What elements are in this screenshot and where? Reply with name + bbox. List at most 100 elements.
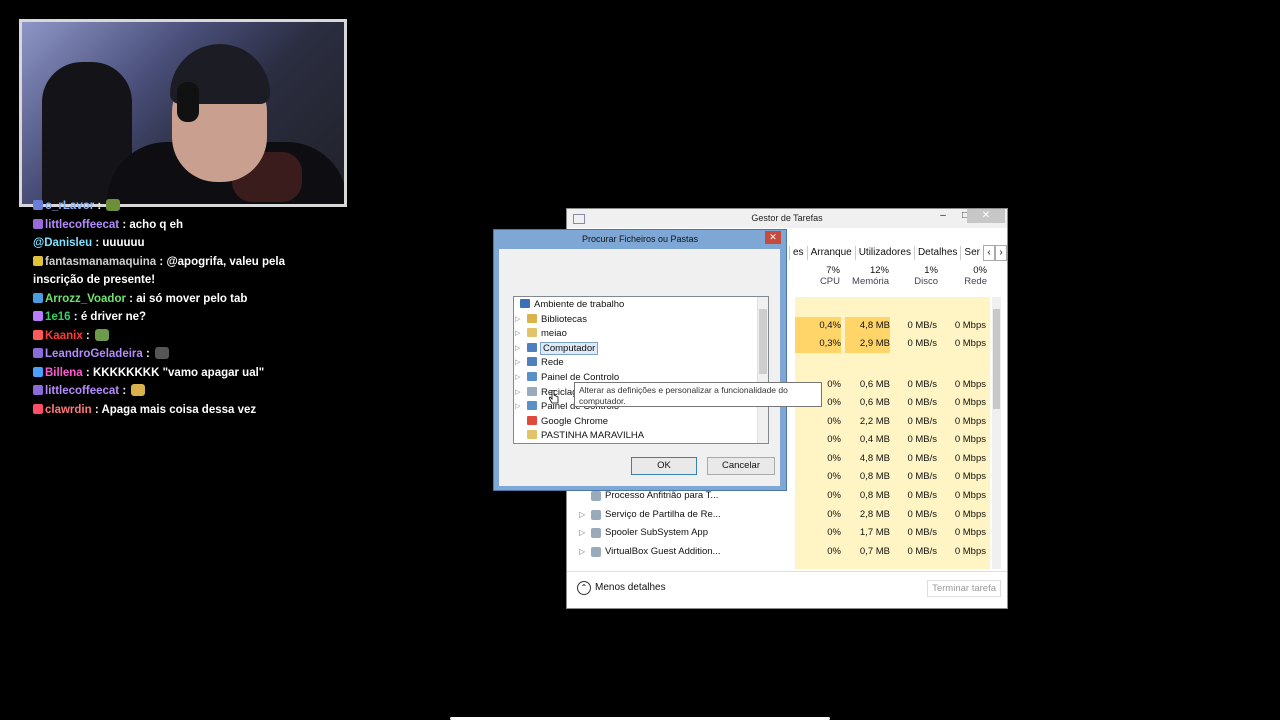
- expand-arrow-icon[interactable]: ▷: [579, 543, 585, 561]
- process-row[interactable]: ▷ Serviço de Partilha de Re... 0% 2,8 MB 0 M…: [567, 506, 992, 524]
- process-mem: 0,6 MB: [859, 379, 890, 390]
- chat-message: fantasmanamaquina : @apogrifa, valeu pel…: [33, 255, 286, 286]
- chat-badge-icon: [33, 311, 43, 321]
- tree-node[interactable]: Ambiente de trabalho: [520, 298, 624, 312]
- minimize-button[interactable]: –: [931, 209, 955, 223]
- chat-username[interactable]: Kaanix: [45, 330, 83, 342]
- tab-es[interactable]: es: [789, 246, 807, 260]
- close-button[interactable]: ✕: [967, 209, 1005, 223]
- tab-arranque[interactable]: Arranque: [806, 246, 855, 260]
- process-mem: 0,4 MB: [859, 434, 890, 445]
- chat-badge-icon: [33, 403, 43, 414]
- process-disk: 0 MB/s: [907, 546, 937, 557]
- less-details-link[interactable]: Menos detalhes: [595, 582, 666, 593]
- tree-node[interactable]: Google Chrome: [527, 415, 608, 429]
- tooltip: Alterar as definições e personalizar a f…: [574, 382, 822, 407]
- chat-username[interactable]: LeandroGeladeira: [45, 348, 143, 360]
- process-disk: 0 MB/s: [907, 509, 937, 520]
- process-mem: 4,8 MB: [859, 453, 890, 464]
- chat-username[interactable]: @Danisleu: [33, 237, 92, 249]
- process-scrollbar[interactable]: [992, 297, 1001, 569]
- folder-icon: [527, 415, 537, 425]
- folder-icon: [527, 430, 537, 440]
- tree-scroll-thumb[interactable]: [759, 309, 767, 374]
- chat-username[interactable]: 1e16: [45, 311, 71, 323]
- process-row[interactable]: ▷ VirtualBox Guest Addition... 0% 0,7 MB 0 M…: [567, 543, 992, 561]
- chevron-left-icon[interactable]: ‹: [982, 245, 995, 261]
- stream-chat: o_rLavor : littlecoffeecat : acho q eh @D…: [33, 197, 333, 419]
- tab-detalhes[interactable]: Detalhes: [913, 246, 960, 260]
- mouse-cursor-icon: [549, 390, 559, 404]
- chat-message: LeandroGeladeira :: [33, 345, 333, 364]
- scroll-thumb[interactable]: [993, 309, 1000, 409]
- chat-badge-icon: [33, 218, 43, 229]
- tree-scrollbar[interactable]: [757, 297, 768, 443]
- tree-node[interactable]: PASTINHA MARAVILHA: [527, 429, 644, 443]
- column-header[interactable]: 0% Rede: [941, 265, 987, 287]
- column-label: CPU: [819, 276, 840, 287]
- expand-arrow-icon[interactable]: ▷: [515, 313, 520, 327]
- dialog-titlebar[interactable]: Procurar Ficheiros ou Pastas ✕: [494, 230, 786, 248]
- process-disk: 0 MB/s: [907, 453, 937, 464]
- tab-ser[interactable]: Ser: [960, 246, 983, 260]
- process-row[interactable]: ▷ Spooler SubSystem App 0% 1,7 MB 0 MB/s 0 Mb…: [567, 524, 992, 542]
- expand-arrow-icon[interactable]: ▷: [579, 506, 585, 524]
- chevron-right-icon[interactable]: ›: [994, 245, 1007, 261]
- dialog-close-button[interactable]: ✕: [765, 231, 781, 244]
- expand-arrow-icon[interactable]: ▷: [579, 524, 585, 542]
- process-cpu: 0,4%: [795, 317, 841, 335]
- process-mem: 0,8 MB: [859, 471, 890, 482]
- chat-emote-icon: [94, 328, 109, 341]
- process-net: 0 Mbps: [954, 471, 986, 482]
- column-percent: 0%: [973, 265, 987, 276]
- tree-node-label: PASTINHA MARAVILHA: [541, 430, 645, 442]
- task-manager-titlebar[interactable]: Gestor de Tarefas – □ ✕: [567, 209, 1007, 228]
- expand-arrow-icon[interactable]: ▷: [515, 386, 520, 400]
- process-cpu: 0,3%: [795, 335, 841, 353]
- process-mem: 4,8 MB: [845, 317, 890, 335]
- process-mem: 0,7 MB: [859, 546, 890, 557]
- expand-arrow-icon[interactable]: ▷: [515, 327, 520, 341]
- tree-node[interactable]: ▷ Computador: [515, 341, 599, 356]
- process-net: 0 Mbps: [954, 434, 986, 445]
- expand-arrow-icon[interactable]: ▷: [515, 356, 520, 370]
- chat-username[interactable]: Arrozz_Voador: [45, 293, 126, 305]
- process-mem: 2,2 MB: [859, 416, 890, 427]
- process-disk: 0 MB/s: [907, 434, 937, 445]
- column-header[interactable]: 7% CPU: [795, 265, 840, 287]
- tab-utilizadores[interactable]: Utilizadores: [854, 246, 914, 260]
- expand-arrow-icon[interactable]: ▷: [515, 342, 520, 356]
- chat-username[interactable]: fantasmanamaquina: [45, 256, 156, 268]
- expand-arrow-icon[interactable]: ▷: [515, 371, 520, 385]
- chat-emote-icon: [155, 347, 170, 359]
- chat-username[interactable]: Billena: [45, 367, 83, 379]
- process-disk: 0 MB/s: [907, 397, 937, 408]
- process-cpu: 0%: [827, 509, 841, 520]
- folder-icon: [527, 386, 537, 396]
- tree-node[interactable]: ▷ Rede: [515, 356, 564, 370]
- column-header[interactable]: 12% Memória: [843, 265, 889, 287]
- chat-text: Apaga mais coisa dessa vez: [101, 403, 257, 416]
- tree-node[interactable]: ▷ meiao: [515, 327, 567, 341]
- chat-username[interactable]: o_rLavor: [45, 200, 94, 212]
- process-icon: [591, 528, 601, 538]
- end-task-button[interactable]: Terminar tarefa: [927, 580, 1001, 597]
- folder-tree[interactable]: Ambiente de trabalho ▷ Bibliotecas ▷ meiao ▷ C…: [513, 296, 769, 444]
- chat-message: Kaanix :: [33, 327, 333, 346]
- folder-icon: [527, 313, 537, 323]
- column-header[interactable]: 1% Disco: [893, 265, 938, 287]
- chat-username[interactable]: littlecoffeecat: [45, 219, 119, 231]
- cancel-button[interactable]: Cancelar: [707, 457, 775, 475]
- expand-arrow-icon[interactable]: ▷: [515, 400, 520, 414]
- process-name: VirtualBox Guest Addition...: [605, 546, 721, 557]
- chat-username[interactable]: clawrdin: [45, 404, 92, 416]
- process-net: 0 Mbps: [954, 509, 986, 520]
- process-disk: 0 MB/s: [907, 490, 937, 501]
- chevron-up-icon[interactable]: ⌃: [577, 581, 591, 595]
- process-cpu: 0%: [827, 453, 841, 464]
- chat-username[interactable]: littlecoffeecat: [45, 385, 119, 397]
- ok-button[interactable]: OK: [631, 457, 697, 475]
- chat-badge-icon: [33, 292, 43, 303]
- process-icon: [591, 491, 601, 501]
- tree-node[interactable]: ▷ Bibliotecas: [515, 313, 587, 327]
